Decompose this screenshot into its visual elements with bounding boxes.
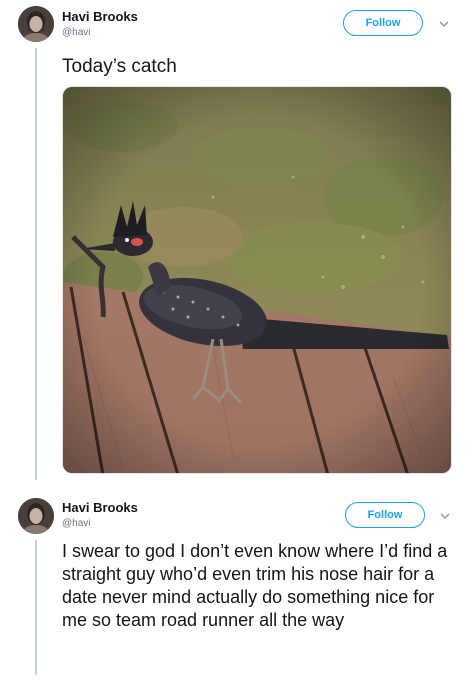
follow-button[interactable]: Follow: [343, 10, 423, 36]
author-handle[interactable]: @havi: [62, 518, 91, 529]
author-name[interactable]: Havi Brooks: [62, 500, 138, 515]
author-name[interactable]: Havi Brooks: [62, 9, 138, 24]
thread-line: [35, 48, 37, 480]
author-handle[interactable]: @havi: [62, 27, 91, 38]
chevron-down-icon[interactable]: [437, 17, 451, 31]
tweet-photo[interactable]: [62, 86, 452, 474]
tweet-text: I swear to god I don’t even know where I…: [62, 541, 448, 630]
chevron-down-icon[interactable]: [438, 509, 452, 523]
thread-line: [35, 540, 37, 675]
follow-button[interactable]: Follow: [345, 502, 425, 528]
avatar[interactable]: [18, 498, 54, 534]
avatar[interactable]: [18, 6, 54, 42]
tweet-text: Today’s catch: [62, 56, 177, 77]
